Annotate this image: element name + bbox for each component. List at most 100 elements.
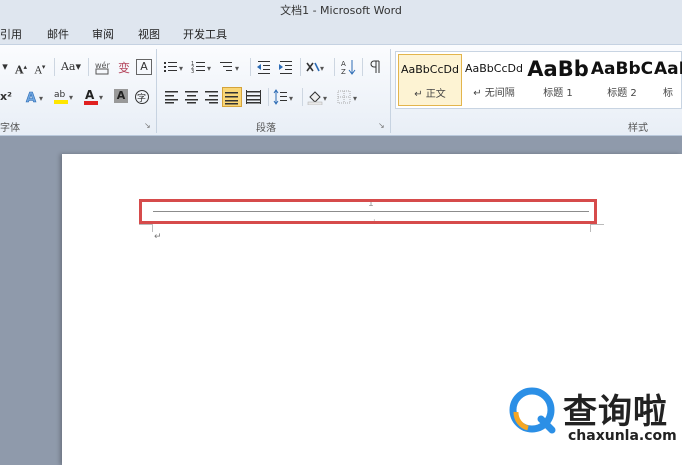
- font-dialog-launcher-icon[interactable]: ↘: [144, 121, 151, 130]
- paint-bucket-icon: ▾: [307, 91, 327, 106]
- style-no-spacing[interactable]: AaBbCcDd ↵ 无间隔: [462, 54, 526, 106]
- align-center-button[interactable]: [182, 87, 202, 107]
- style-normal[interactable]: AaBbCcDd ↵ 正文: [398, 54, 462, 106]
- font-group-label: 字体: [0, 123, 20, 134]
- grow-font-button[interactable]: A▴: [12, 57, 30, 77]
- font-size-dropdown-icon[interactable]: ▾: [0, 57, 10, 77]
- grow-font-label: A: [14, 63, 24, 77]
- svg-text:▾: ▾: [323, 94, 327, 103]
- svg-text:▾: ▾: [320, 64, 324, 73]
- bullets-button[interactable]: ▾: [162, 57, 188, 77]
- justify-icon: [225, 92, 238, 105]
- svg-text:▾: ▾: [235, 64, 239, 73]
- character-border-label: A: [140, 60, 148, 73]
- align-center-icon: [185, 91, 198, 104]
- style-name: 标题 1: [543, 88, 573, 99]
- title-bar: 文档1 - Microsoft Word: [0, 0, 682, 22]
- svg-text:Z: Z: [341, 68, 346, 76]
- eraser-icon: 变: [118, 60, 130, 75]
- align-right-icon: [205, 91, 218, 104]
- margin-corner-mark: [590, 224, 604, 232]
- clear-format-button[interactable]: 变: [114, 57, 134, 77]
- divider: [54, 58, 55, 76]
- watermark: 查询啦 chaxunla.com: [508, 382, 680, 448]
- shrink-font-button[interactable]: A▾: [32, 57, 48, 77]
- divider: [300, 58, 301, 76]
- styles-group-label: 样式: [628, 123, 648, 134]
- style-title[interactable]: AaB 标: [654, 54, 682, 106]
- tab-mailings[interactable]: 邮件: [47, 26, 69, 42]
- line-spacing-icon: ▾: [273, 89, 293, 105]
- sort-button[interactable]: AZ: [338, 57, 358, 77]
- divider: [268, 88, 269, 106]
- ribbon: ▾ A▴ A▾ Aa▾ wén 变 A x² A ▾ ab ▾ A ▾ A 字 字体 …: [0, 44, 682, 136]
- style-name: 标题 2: [607, 88, 637, 99]
- tab-developer[interactable]: 开发工具: [183, 26, 227, 42]
- style-preview: AaBbCcDd: [465, 62, 523, 75]
- svg-text:▾: ▾: [353, 94, 357, 103]
- multilevel-list-icon: ▾: [220, 62, 239, 73]
- style-name: ↵ 正文: [414, 89, 446, 100]
- style-preview: AaBbC: [590, 59, 654, 79]
- svg-text:▾: ▾: [69, 93, 73, 102]
- bullets-icon: ▾: [164, 62, 183, 73]
- character-shading-button[interactable]: A: [114, 89, 128, 103]
- svg-text:A: A: [341, 60, 346, 68]
- highlighter-icon: ab ▾: [54, 90, 73, 104]
- borders-icon: ▾: [337, 90, 357, 104]
- line-spacing-button[interactable]: ▾: [272, 87, 298, 107]
- numbering-button[interactable]: 1 2 3 ▾: [190, 57, 216, 77]
- header-highlight-box: [139, 199, 597, 224]
- divider: [88, 58, 89, 76]
- decrease-indent-button[interactable]: [254, 57, 274, 77]
- character-border-button[interactable]: A: [136, 59, 152, 75]
- style-preview: AaBb: [527, 57, 589, 81]
- align-left-icon: [165, 91, 178, 104]
- phonetic-guide-button[interactable]: wén: [92, 57, 112, 77]
- style-name: ↵ 无间隔: [473, 88, 515, 99]
- svg-text:字: 字: [137, 92, 146, 104]
- character-shading-label: A: [116, 89, 126, 102]
- text-effects-icon: A ▾: [26, 91, 43, 107]
- text-effects-button[interactable]: A ▾: [24, 87, 48, 107]
- tab-view[interactable]: 视图: [138, 26, 160, 42]
- align-right-button[interactable]: [202, 87, 222, 107]
- change-case-label: Aa: [60, 60, 76, 73]
- justify-button[interactable]: [222, 87, 242, 107]
- highlight-button[interactable]: ab ▾: [52, 87, 78, 107]
- enclose-characters-button[interactable]: 字: [133, 87, 151, 107]
- style-heading-2[interactable]: AaBbC 标题 2: [590, 54, 654, 106]
- margin-corner-mark: [139, 224, 153, 232]
- svg-text:3: 3: [191, 69, 194, 75]
- increase-indent-button[interactable]: [276, 57, 296, 77]
- phonetic-guide-icon: wén: [95, 60, 112, 75]
- window-title: 文档1 - Microsoft Word: [280, 4, 402, 17]
- svg-text:变: 变: [118, 60, 130, 75]
- font-color-button[interactable]: A ▾: [82, 87, 108, 107]
- tab-review[interactable]: 审阅: [92, 26, 114, 42]
- watermark-brand: 查询啦: [563, 392, 668, 432]
- shrink-font-label: A: [34, 65, 42, 77]
- divider: [334, 58, 335, 76]
- svg-text:▾: ▾: [39, 94, 43, 103]
- chinese-layout-icon: ▾: [306, 62, 324, 73]
- distributed-button[interactable]: [244, 87, 264, 107]
- paragraph-mark: ↵: [154, 232, 162, 242]
- shading-button[interactable]: ▾: [306, 87, 332, 107]
- paragraph-dialog-launcher-icon[interactable]: ↘: [378, 121, 385, 130]
- show-formatting-marks-button[interactable]: [366, 57, 384, 77]
- tab-references[interactable]: 引用: [0, 26, 22, 42]
- style-heading-1[interactable]: AaBb 标题 1: [526, 54, 590, 106]
- superscript-button[interactable]: x²: [0, 87, 12, 107]
- enclose-characters-icon: 字: [135, 90, 149, 104]
- group-divider: [156, 49, 157, 133]
- align-left-button[interactable]: [162, 87, 182, 107]
- change-case-button[interactable]: Aa▾: [58, 57, 84, 77]
- multilevel-list-button[interactable]: ▾: [218, 57, 244, 77]
- decrease-indent-icon: [257, 61, 270, 74]
- borders-button[interactable]: ▾: [336, 87, 362, 107]
- svg-text:A: A: [85, 88, 95, 102]
- chinese-layout-button[interactable]: ▾: [304, 57, 328, 77]
- divider: [250, 58, 251, 76]
- sort-icon: AZ: [341, 60, 356, 76]
